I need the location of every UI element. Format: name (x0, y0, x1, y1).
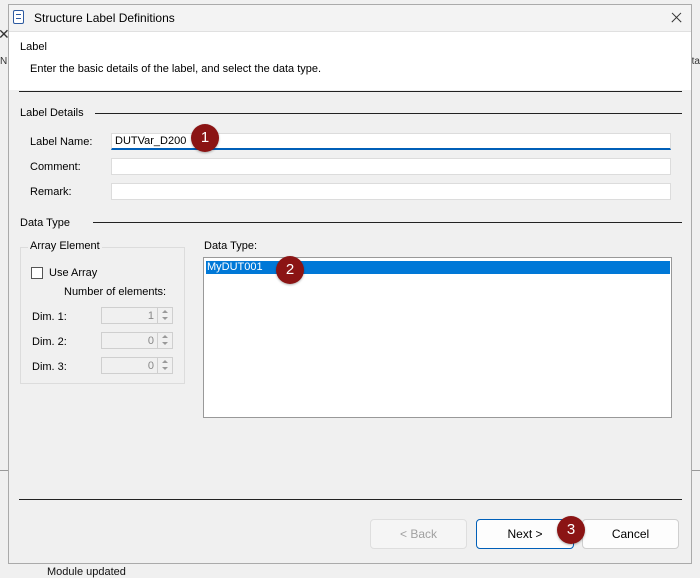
dialog-title: Structure Label Definitions (34, 11, 175, 25)
wizard-step-description: Enter the basic details of the label, an… (30, 63, 322, 75)
close-button[interactable] (661, 5, 691, 31)
dim-1-label: Dim. 1: (32, 311, 67, 323)
data-type-listbox[interactable]: MyDUT001 (203, 257, 672, 418)
annotation-badge-3: 3 (557, 516, 585, 544)
array-element-group: Array Element Use Array Number of elemen… (20, 240, 185, 384)
dim-3-value: 0 (147, 360, 154, 372)
dim-2-spinner[interactable]: 0 (101, 332, 173, 349)
footer-separator (19, 499, 682, 500)
dim-2-label: Dim. 2: (32, 336, 67, 348)
header-separator (19, 91, 682, 92)
comment-caption: Comment: (30, 161, 81, 173)
data-type-rule (93, 222, 682, 223)
spinner-arrows-icon[interactable] (157, 308, 172, 323)
data-type-heading: Data Type (20, 217, 70, 229)
dim-3-spinner[interactable]: 0 (101, 357, 173, 374)
background-column-text: N (0, 56, 8, 67)
use-array-checkbox[interactable] (31, 267, 43, 279)
data-type-list-caption: Data Type: (204, 240, 257, 252)
use-array-label: Use Array (49, 267, 98, 279)
spinner-arrows-icon[interactable] (157, 333, 172, 348)
label-details-heading: Label Details (20, 107, 84, 119)
comment-input[interactable] (111, 158, 671, 175)
array-element-title: Array Element (28, 240, 102, 252)
dim-2-value: 0 (147, 335, 154, 347)
dim-1-spinner[interactable]: 1 (101, 307, 173, 324)
label-name-caption: Label Name: (30, 136, 93, 148)
number-of-elements-label: Number of elements: (64, 286, 167, 298)
annotation-badge-1: 1 (191, 124, 219, 152)
dim-3-label: Dim. 3: (32, 361, 67, 373)
annotation-badge-2: 2 (276, 256, 304, 284)
dialog-titlebar: Structure Label Definitions (9, 5, 691, 32)
background-status-text: Module updated (47, 566, 126, 578)
cancel-button[interactable]: Cancel (582, 519, 679, 549)
background-column-text-right: ta (691, 56, 700, 67)
remark-input[interactable] (111, 183, 671, 200)
dim-1-value: 1 (147, 310, 154, 322)
label-details-rule (95, 113, 682, 114)
wizard-step-title: Label (20, 41, 47, 53)
wizard-header: Label Enter the basic details of the lab… (9, 32, 691, 90)
spinner-arrows-icon[interactable] (157, 358, 172, 373)
document-icon (13, 10, 24, 24)
remark-caption: Remark: (30, 186, 72, 198)
structure-label-dialog: Structure Label Definitions Label Enter … (8, 4, 692, 564)
back-button[interactable]: < Back (370, 519, 467, 549)
